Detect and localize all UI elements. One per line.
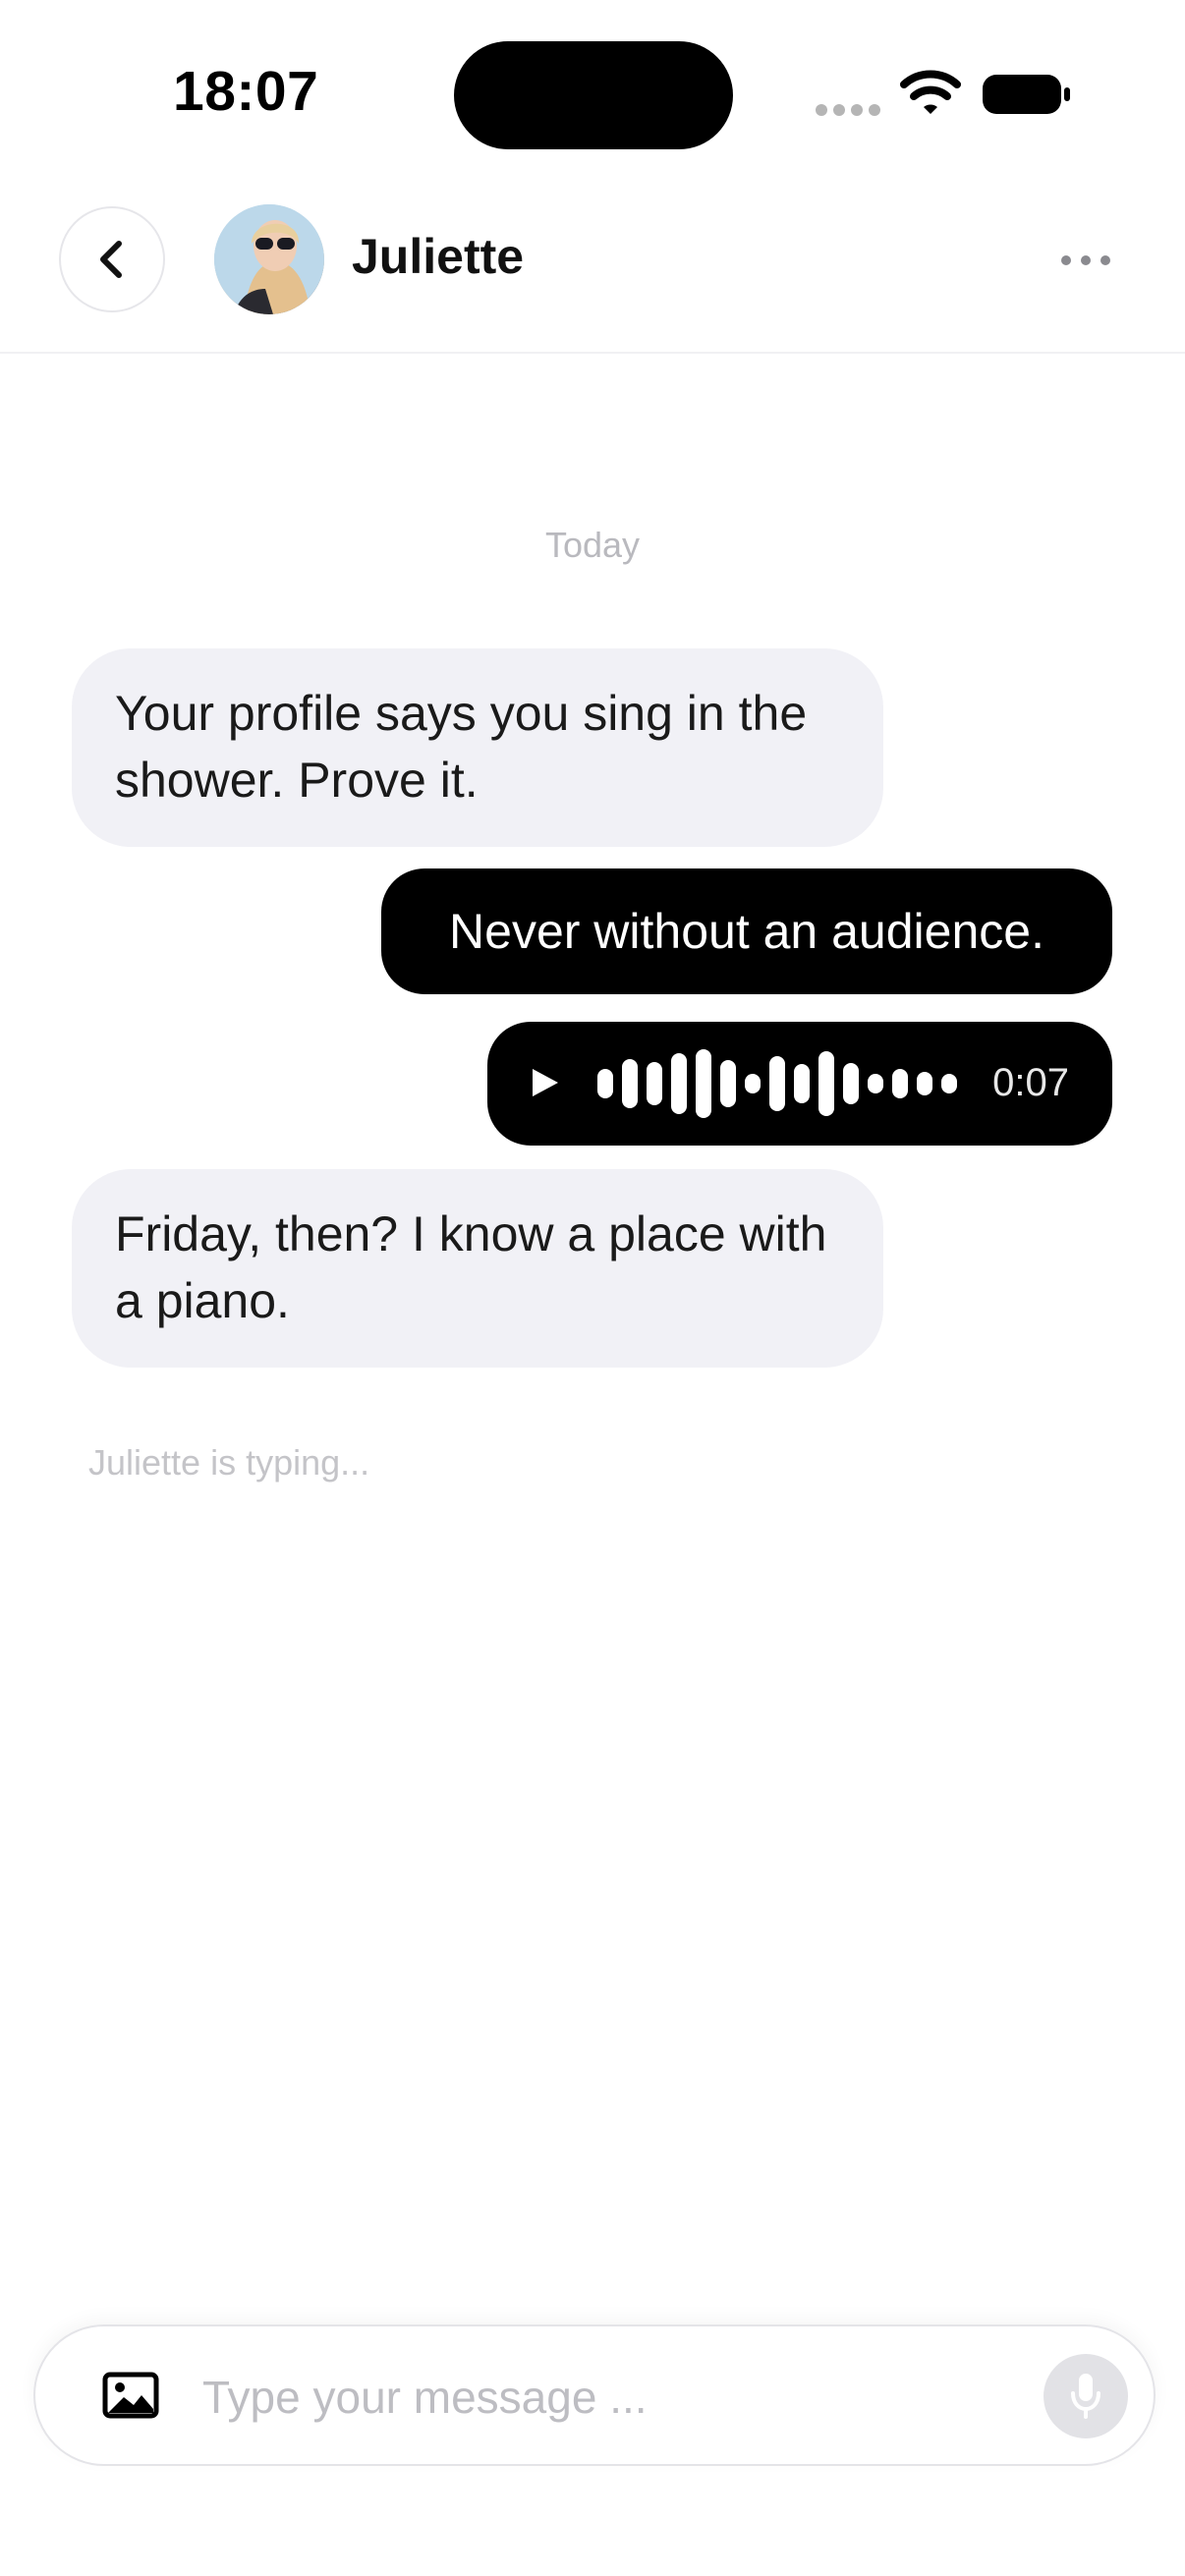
chat-header: Juliette — [0, 177, 1185, 354]
microphone-icon — [1071, 2374, 1100, 2419]
waveform — [597, 1022, 957, 1146]
chat-screen: 18:07 Juliette Today Your profile says y… — [0, 0, 1185, 2576]
signal-dots-icon — [816, 104, 880, 116]
ellipsis-icon — [1061, 255, 1071, 265]
contact-avatar[interactable] — [214, 204, 324, 314]
more-options-button[interactable] — [1061, 246, 1110, 275]
message-composer — [33, 2324, 1156, 2466]
voice-record-button[interactable] — [1044, 2354, 1128, 2438]
outgoing-message[interactable]: Never without an audience. — [381, 868, 1112, 994]
status-time: 18:07 — [173, 60, 319, 123]
message-input[interactable] — [202, 2356, 1028, 2438]
wifi-icon — [900, 70, 961, 114]
typing-indicator: Juliette is typing... — [88, 1442, 370, 1483]
voice-message[interactable]: 0:07 — [487, 1022, 1112, 1146]
play-icon[interactable] — [531, 1067, 560, 1098]
image-icon[interactable] — [102, 2372, 159, 2419]
chevron-left-icon — [100, 241, 122, 278]
back-button[interactable] — [59, 206, 165, 312]
battery-icon — [983, 75, 1070, 114]
incoming-message[interactable]: Your profile says you sing in the shower… — [72, 648, 883, 847]
avatar-photo — [214, 204, 324, 314]
dynamic-island — [454, 41, 733, 149]
incoming-message[interactable]: Friday, then? I know a place with a pian… — [72, 1169, 883, 1368]
day-divider: Today — [544, 525, 641, 565]
message-text: Never without an audience. — [449, 904, 1044, 959]
contact-name[interactable]: Juliette — [352, 228, 524, 285]
voice-duration: 0:07 — [992, 1061, 1069, 1104]
